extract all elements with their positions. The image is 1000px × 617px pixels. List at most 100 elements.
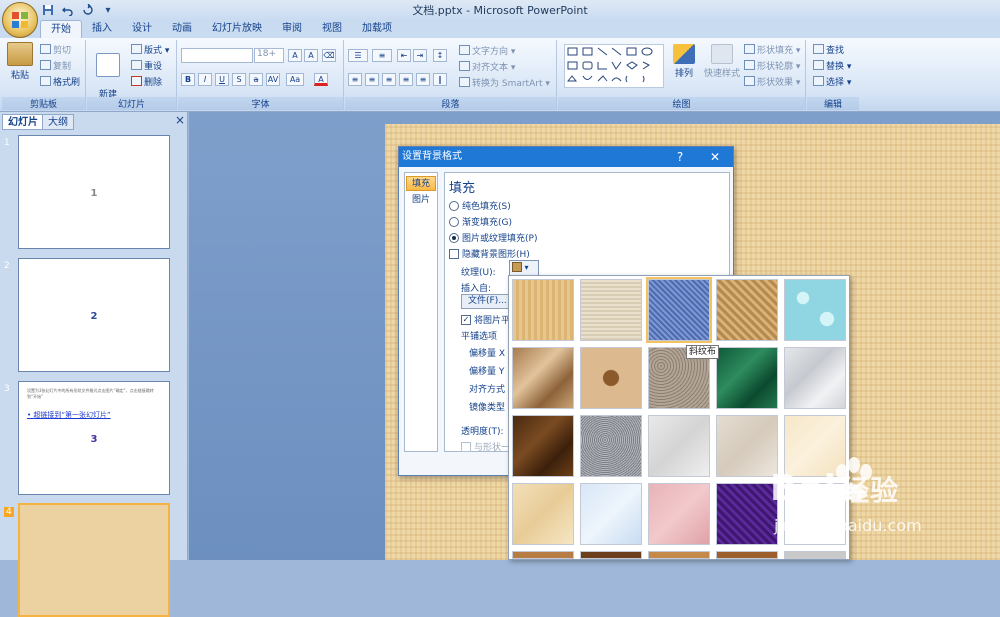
find-button[interactable]: 查找 bbox=[813, 43, 844, 56]
arrange-button[interactable]: 排列 bbox=[668, 44, 700, 79]
select-button[interactable]: 选择 ▾ bbox=[813, 75, 851, 88]
texture-stationery[interactable] bbox=[512, 483, 574, 545]
tile-checkbox[interactable]: ✓ 将图片平 bbox=[461, 313, 510, 326]
slide-thumbnail-3[interactable]: 设置为3张幻灯片中的所有形状文件格式点击图片“确定”，点击链接跳转到“开始” •… bbox=[18, 381, 170, 495]
slide-hyperlink[interactable]: • 超链接到“第一张幻灯片” bbox=[27, 410, 111, 420]
change-case-button[interactable]: Aa bbox=[286, 73, 304, 86]
texture-blue-tissue[interactable] bbox=[580, 483, 642, 545]
smartart-button[interactable]: 转换为 SmartArt ▾ bbox=[459, 76, 550, 89]
italic-button[interactable]: I bbox=[198, 73, 212, 86]
shape-fill-button[interactable]: 形状填充 ▾ bbox=[744, 43, 800, 56]
texture-fish-fossil[interactable] bbox=[580, 347, 642, 409]
tab-review[interactable]: 审阅 bbox=[272, 20, 312, 38]
shrink-font-button[interactable]: A bbox=[304, 49, 318, 62]
file-button[interactable]: 文件(F)... bbox=[461, 294, 509, 309]
text-direction-button[interactable]: 文字方向 ▾ bbox=[459, 44, 515, 57]
office-button[interactable] bbox=[2, 2, 38, 38]
char-spacing-icon[interactable]: AV bbox=[266, 73, 280, 86]
font-name-field[interactable] bbox=[181, 48, 253, 63]
tab-slideshow[interactable]: 幻灯片放映 bbox=[202, 20, 272, 38]
hide-graphics-checkbox[interactable]: 隐藏背景图形(H) bbox=[449, 247, 530, 260]
arrange-icon bbox=[673, 44, 695, 64]
strikethrough-icon[interactable]: a̶ bbox=[249, 73, 263, 86]
texture-green-marble[interactable] bbox=[716, 347, 778, 409]
numbering-icon[interactable]: ≡ bbox=[372, 49, 392, 62]
bullets-icon[interactable]: ☰ bbox=[348, 49, 368, 62]
texture-recycled-paper[interactable] bbox=[716, 415, 778, 477]
tab-slides[interactable]: 幻灯片 bbox=[2, 114, 44, 130]
replace-button[interactable]: 替换 ▾ bbox=[813, 59, 851, 72]
texture-medium-wood[interactable] bbox=[716, 551, 778, 559]
rotate-with-shape-checkbox[interactable]: 与形状一 bbox=[461, 440, 510, 453]
customize-qat-icon[interactable]: ▾ bbox=[100, 3, 116, 18]
quick-styles-button[interactable]: 快速样式 bbox=[700, 44, 744, 79]
shapes-gallery[interactable] bbox=[564, 44, 664, 88]
distribute-icon[interactable]: ≡ bbox=[416, 73, 430, 86]
shape-outline-button[interactable]: 形状轮廓 ▾ bbox=[744, 59, 800, 72]
undo-icon[interactable] bbox=[60, 3, 76, 18]
paste-button[interactable]: 粘贴 bbox=[4, 42, 36, 81]
texture-white-marble[interactable] bbox=[784, 347, 846, 409]
tab-home[interactable]: 开始 bbox=[40, 20, 82, 38]
font-color-button[interactable]: A bbox=[314, 73, 328, 86]
texture-oak[interactable] bbox=[648, 551, 710, 559]
tab-view[interactable]: 视图 bbox=[312, 20, 352, 38]
texture-newsprint[interactable] bbox=[648, 415, 710, 477]
shadow-button[interactable]: S bbox=[232, 73, 246, 86]
format-painter-button[interactable]: 格式刷 bbox=[40, 75, 80, 88]
slide-thumbnail-2[interactable]: 2 bbox=[18, 258, 170, 372]
align-left-icon[interactable]: ≡ bbox=[348, 73, 362, 86]
close-dialog-button[interactable]: ✕ bbox=[704, 147, 726, 167]
texture-canvas[interactable] bbox=[580, 279, 642, 341]
picture-texture-fill-option[interactable]: 图片或纹理填充(P) bbox=[449, 231, 537, 244]
nav-fill[interactable]: 填充 bbox=[406, 176, 436, 191]
shape-effects-button[interactable]: 形状效果 ▾ bbox=[744, 75, 800, 88]
cut-button[interactable]: 剪切 bbox=[40, 43, 71, 56]
gradient-fill-option[interactable]: 渐变填充(G) bbox=[449, 215, 512, 228]
layout-button[interactable]: 版式 ▾ bbox=[131, 43, 169, 56]
redo-icon[interactable] bbox=[80, 3, 96, 18]
texture-walnut[interactable] bbox=[580, 551, 642, 559]
texture-cork[interactable] bbox=[512, 551, 574, 559]
tab-design[interactable]: 设计 bbox=[122, 20, 162, 38]
save-icon[interactable] bbox=[40, 3, 56, 18]
increase-indent-icon[interactable]: ⇥ bbox=[413, 49, 427, 62]
texture-paper-bag[interactable] bbox=[512, 347, 574, 409]
texture-brown-marble[interactable] bbox=[512, 415, 574, 477]
align-text-button[interactable]: 对齐文本 ▾ bbox=[459, 60, 515, 73]
align-center-icon[interactable]: ≡ bbox=[365, 73, 379, 86]
tab-addins[interactable]: 加载项 bbox=[352, 20, 402, 38]
delete-slide-button[interactable]: 删除 bbox=[131, 75, 162, 88]
texture-water-droplets[interactable] bbox=[784, 279, 846, 341]
tab-outline[interactable]: 大纲 bbox=[42, 114, 74, 130]
tab-animations[interactable]: 动画 bbox=[162, 20, 202, 38]
tab-insert[interactable]: 插入 bbox=[82, 20, 122, 38]
texture-dropdown[interactable]: ▾ bbox=[509, 260, 539, 276]
texture-granite[interactable] bbox=[580, 415, 642, 477]
texture-purple-mesh[interactable] bbox=[716, 483, 778, 545]
reset-button[interactable]: 重设 bbox=[131, 59, 162, 72]
slide-thumbnail-4[interactable] bbox=[18, 503, 170, 617]
help-button[interactable]: ? bbox=[669, 147, 691, 167]
nav-picture[interactable]: 图片 bbox=[406, 193, 436, 208]
slide-thumbnail-1[interactable]: 1 bbox=[18, 135, 170, 249]
font-size-field[interactable]: 18+ bbox=[254, 48, 284, 63]
align-right-icon[interactable]: ≡ bbox=[382, 73, 396, 86]
texture-denim[interactable] bbox=[646, 277, 712, 343]
copy-button[interactable]: 复制 bbox=[40, 59, 71, 72]
close-pane-icon[interactable]: × bbox=[173, 114, 187, 128]
texture-woven-mat[interactable] bbox=[716, 279, 778, 341]
texture-pink-tissue[interactable] bbox=[648, 483, 710, 545]
editing-group: 查找 替换 ▾ 选择 ▾ 编辑 bbox=[807, 40, 859, 110]
columns-icon[interactable]: ∥ bbox=[433, 73, 447, 86]
clear-format-icon[interactable]: ⌫ bbox=[322, 49, 336, 62]
line-spacing-icon[interactable]: ↕ bbox=[433, 49, 447, 62]
grow-font-button[interactable]: A bbox=[288, 49, 302, 62]
justify-icon[interactable]: ≡ bbox=[399, 73, 413, 86]
texture-papyrus[interactable] bbox=[512, 279, 574, 341]
solid-fill-option[interactable]: 纯色填充(S) bbox=[449, 199, 511, 212]
texture-gray[interactable] bbox=[784, 551, 846, 559]
decrease-indent-icon[interactable]: ⇤ bbox=[397, 49, 411, 62]
bold-button[interactable]: B bbox=[181, 73, 195, 86]
underline-button[interactable]: U bbox=[215, 73, 229, 86]
